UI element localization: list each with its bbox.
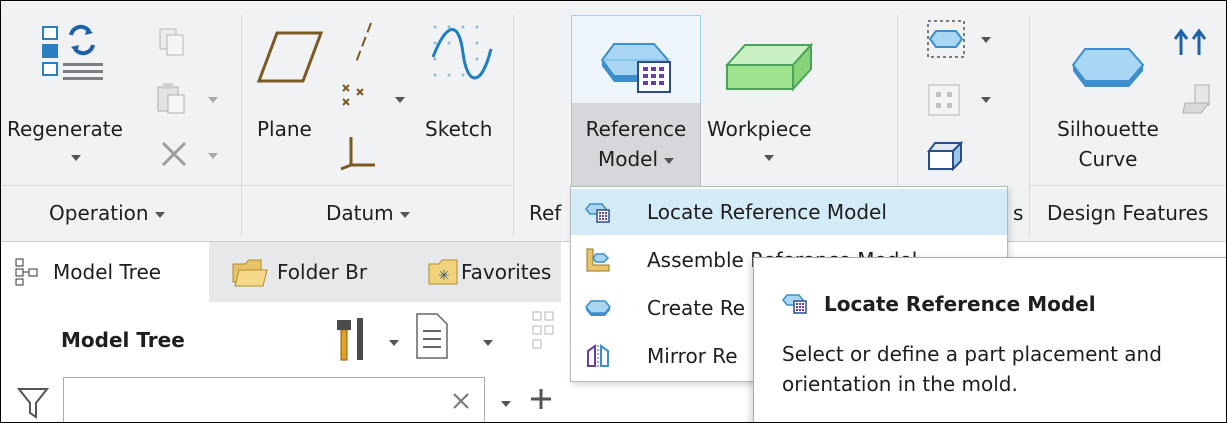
paste-icon[interactable] [156, 81, 196, 115]
reference-model-button[interactable] [571, 15, 701, 104]
parting-surface-icon[interactable] [1181, 83, 1221, 117]
tooltip-description-line2: orientation in the mold. [782, 372, 1018, 396]
app-window: Regenerate Operation Plane Sketch Datum … [0, 0, 1227, 423]
add-icon[interactable] [529, 387, 553, 411]
navigator-tabs: Model Tree Folder Br ✳ Favorites [1, 242, 561, 302]
workpiece-button[interactable]: Workpiece [707, 117, 812, 141]
sketch-button[interactable]: Sketch [425, 117, 492, 141]
menu-item-locate-reference-model[interactable]: Locate Reference Model [571, 189, 1007, 235]
svg-text:✳: ✳ [438, 268, 450, 284]
reference-model-label-line2: Model [578, 147, 694, 171]
filter-icon[interactable] [16, 385, 51, 419]
chevron-down-icon [154, 211, 165, 218]
tree-settings-icon[interactable] [335, 316, 379, 366]
tab-folder-browser[interactable]: Folder Br [225, 242, 403, 302]
delete-dropdown-caret[interactable] [208, 153, 218, 159]
operation-group-label[interactable]: Operation [49, 201, 165, 225]
paste-dropdown-caret[interactable] [208, 97, 218, 103]
search-dropdown-caret[interactable] [501, 401, 511, 407]
mirror-icon [587, 344, 609, 367]
locate-reference-model-icon [585, 203, 610, 223]
sketch-icon[interactable] [429, 23, 495, 85]
mold-layout-dropdown-caret[interactable] [981, 97, 991, 103]
folder-icon [232, 259, 268, 287]
favorites-icon: ✳ [428, 259, 458, 285]
chevron-down-icon [664, 157, 675, 164]
partial-group-label[interactable]: s [1013, 201, 1023, 225]
axis-icon[interactable] [351, 21, 375, 67]
ref-group-label[interactable]: Ref [529, 201, 561, 225]
tab-favorites[interactable]: ✳ Favorites [421, 242, 561, 302]
arrows-up-icon[interactable] [1173, 27, 1223, 57]
point-dropdown-caret[interactable] [395, 97, 405, 103]
close-icon[interactable] [452, 392, 470, 410]
plane-icon[interactable] [255, 29, 325, 85]
assemble-reference-model-icon [586, 248, 610, 272]
reference-model-menu-button[interactable]: Reference Model [571, 103, 701, 188]
tree-settings-dropdown-caret[interactable] [389, 340, 399, 346]
shrinkage-icon[interactable] [926, 19, 966, 61]
model-tree-icon [15, 258, 38, 286]
regenerate-dropdown-caret[interactable] [71, 155, 81, 161]
show-dropdown-caret[interactable] [483, 340, 493, 346]
tooltip-description-line1: Select or define a part placement and [782, 342, 1162, 366]
locate-reference-model-icon [782, 294, 807, 314]
design-features-group-label[interactable]: Design Features [1047, 201, 1208, 225]
panel-title: Model Tree [61, 328, 185, 352]
create-reference-model-icon [585, 300, 611, 316]
workpiece-icon [723, 41, 815, 93]
point-icon[interactable] [341, 81, 381, 111]
tooltip-title: Locate Reference Model [824, 292, 1096, 316]
plane-button[interactable]: Plane [257, 117, 312, 141]
coordinate-system-icon[interactable] [339, 135, 379, 171]
regenerate-button[interactable]: Regenerate [7, 117, 123, 141]
reference-model-label-line1: Reference [585, 117, 687, 141]
silhouette-curve-button[interactable]: Silhouette Curve [1041, 117, 1175, 171]
show-icon[interactable] [415, 312, 449, 360]
tooltip: Locate Reference Model Select or define … [753, 257, 1226, 422]
workpiece-dropdown-caret[interactable] [764, 155, 774, 161]
regenerate-icon [41, 23, 111, 83]
copy-icon[interactable] [158, 27, 186, 57]
search-input[interactable] [63, 377, 485, 422]
chevron-down-icon [399, 211, 410, 218]
tab-model-tree[interactable]: Model Tree [1, 242, 209, 302]
volume-block-icon[interactable] [927, 137, 964, 172]
shrinkage-dropdown-caret[interactable] [981, 37, 991, 43]
silhouette-curve-icon [1071, 41, 1147, 93]
delete-icon[interactable] [159, 139, 189, 169]
mold-layout-icon[interactable] [927, 83, 961, 117]
layer-icon[interactable] [531, 310, 569, 360]
datum-group-label[interactable]: Datum [326, 201, 410, 225]
reference-model-icon [600, 43, 671, 93]
